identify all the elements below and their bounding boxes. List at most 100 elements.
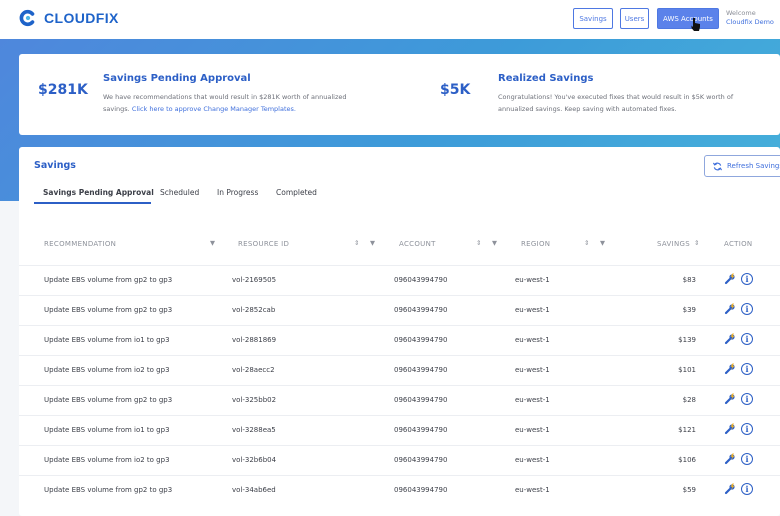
info-circle-icon[interactable]: i <box>741 423 753 435</box>
region-cell: eu-west-1 <box>515 486 550 494</box>
recommendation-cell: Update EBS volume from io2 to gp3 <box>44 456 170 464</box>
realized-savings-title: Realized Savings <box>498 73 594 84</box>
region-cell: eu-west-1 <box>515 396 550 404</box>
logo[interactable]: CLOUDFIX <box>19 9 119 27</box>
sort-arrows-icon[interactable]: ⇕ <box>354 239 359 247</box>
table-row[interactable]: Update EBS volume from io1 to gp3 vol-328… <box>19 415 780 445</box>
resource-id-cell: vol-2169505 <box>232 276 277 284</box>
account-cell: 096043994790 <box>394 486 448 494</box>
resource-id-cell: vol-32b6b04 <box>232 456 277 464</box>
info-circle-icon[interactable]: i <box>741 363 753 375</box>
savings-cell: $121 <box>678 426 696 434</box>
savings-cell: $139 <box>678 336 696 344</box>
savings-cell: $83 <box>682 276 696 284</box>
region-cell: eu-west-1 <box>515 306 550 314</box>
resource-id-cell: vol-3288ea5 <box>232 426 276 434</box>
table-row[interactable]: Update EBS volume from io2 to gp3 vol-28a… <box>19 355 780 385</box>
fix-wrench-icon[interactable] <box>724 483 736 495</box>
column-header-action: ACTION <box>724 240 753 248</box>
pending-savings-description: We have recommendations that would resul… <box>103 91 373 115</box>
table-row[interactable]: Update EBS volume from gp2 to gp3 vol-285… <box>19 295 780 325</box>
tab-scheduled[interactable]: Scheduled <box>160 188 199 197</box>
active-tab-indicator <box>34 202 151 204</box>
region-cell: eu-west-1 <box>515 426 550 434</box>
savings-cell: $28 <box>682 396 696 404</box>
recommendation-cell: Update EBS volume from gp2 to gp3 <box>44 486 173 494</box>
savings-cell: $106 <box>678 456 696 464</box>
region-cell: eu-west-1 <box>515 366 550 374</box>
table-row[interactable]: Update EBS volume from io2 to gp3 vol-32b… <box>19 445 780 475</box>
pending-savings-title: Savings Pending Approval <box>103 73 251 84</box>
user-name: Cloudfix Demo <box>726 18 774 26</box>
fix-wrench-icon[interactable] <box>724 273 736 285</box>
fix-wrench-icon[interactable] <box>724 393 736 405</box>
savings-cell: $101 <box>678 366 696 374</box>
refresh-savings-label: Refresh Savings <box>726 162 780 170</box>
sort-arrows-icon[interactable]: ⇕ <box>694 239 699 247</box>
column-header-region[interactable]: REGION <box>521 240 550 248</box>
savings-section-title: Savings <box>34 160 76 171</box>
column-header-account[interactable]: ACCOUNT <box>399 240 436 248</box>
fix-wrench-icon[interactable] <box>724 453 736 465</box>
account-cell: 096043994790 <box>394 276 448 284</box>
info-circle-icon[interactable]: i <box>741 333 753 345</box>
column-header-recommendation[interactable]: RECOMMENDATION <box>44 240 116 248</box>
top-bar: CLOUDFIX Savings Users AWS Accounts Welc… <box>0 0 780 39</box>
account-cell: 096043994790 <box>394 426 448 434</box>
refresh-savings-button[interactable]: Refresh Savings <box>704 155 780 177</box>
sort-arrows-icon[interactable]: ⇕ <box>584 239 589 247</box>
fix-wrench-icon[interactable] <box>724 363 736 375</box>
filter-funnel-icon[interactable]: ▼ <box>370 239 375 247</box>
info-circle-icon[interactable]: i <box>741 393 753 405</box>
resource-id-cell: vol-2852cab <box>232 306 276 314</box>
user-welcome[interactable]: Welcome Cloudfix Demo <box>726 9 774 27</box>
region-cell: eu-west-1 <box>515 276 550 284</box>
region-cell: eu-west-1 <box>515 456 550 464</box>
savings-cell: $39 <box>682 306 696 314</box>
filter-funnel-icon[interactable]: ▼ <box>492 239 497 247</box>
fix-wrench-icon[interactable] <box>724 303 736 315</box>
info-circle-icon[interactable]: i <box>741 483 753 495</box>
recommendation-cell: Update EBS volume from gp2 to gp3 <box>44 276 173 284</box>
tab-completed[interactable]: Completed <box>276 188 317 197</box>
tab-savings-pending-approval[interactable]: Savings Pending Approval <box>43 188 154 197</box>
fix-wrench-icon[interactable] <box>724 333 736 345</box>
filter-funnel-icon[interactable]: ▼ <box>210 239 215 247</box>
fix-wrench-icon[interactable] <box>724 423 736 435</box>
savings-table-card: Savings Refresh Savings Savings Pending … <box>19 147 780 516</box>
table-row[interactable]: Update EBS volume from io1 to gp3 vol-288… <box>19 325 780 355</box>
nav-savings-button[interactable]: Savings <box>573 8 613 29</box>
recommendation-cell: Update EBS volume from gp2 to gp3 <box>44 306 173 314</box>
info-circle-icon[interactable]: i <box>741 453 753 465</box>
region-cell: eu-west-1 <box>515 336 550 344</box>
pending-savings-value: $281K <box>38 82 88 98</box>
nav-aws-accounts-button[interactable]: AWS Accounts <box>657 8 719 29</box>
approve-templates-link[interactable]: Click here to approve Change Manager Tem… <box>132 105 296 113</box>
account-cell: 096043994790 <box>394 336 448 344</box>
resource-id-cell: vol-325bb02 <box>232 396 277 404</box>
table-row[interactable]: Update EBS volume from gp2 to gp3 vol-216… <box>19 265 780 295</box>
account-cell: 096043994790 <box>394 366 448 374</box>
logo-text: CLOUDFIX <box>44 10 119 26</box>
realized-savings-description: Congratulations! You've executed fixes t… <box>498 93 734 113</box>
resource-id-cell: vol-34ab6ed <box>232 486 276 494</box>
account-cell: 096043994790 <box>394 306 448 314</box>
nav-users-button[interactable]: Users <box>620 8 649 29</box>
tab-in-progress[interactable]: In Progress <box>217 188 258 197</box>
table-row[interactable]: Update EBS volume from gp2 to gp3 vol-34a… <box>19 475 780 505</box>
savings-cell: $59 <box>682 486 696 494</box>
info-circle-icon[interactable]: i <box>741 303 753 315</box>
column-header-savings[interactable]: SAVINGS <box>657 240 690 248</box>
column-header-resource-id[interactable]: RESOURCE ID <box>238 240 289 248</box>
filter-funnel-icon[interactable]: ▼ <box>600 239 605 247</box>
info-circle-icon[interactable]: i <box>741 273 753 285</box>
savings-summary-card: $281K Savings Pending Approval We have r… <box>19 54 780 135</box>
recommendation-cell: Update EBS volume from gp2 to gp3 <box>44 396 173 404</box>
table-row[interactable]: Update EBS volume from gp2 to gp3 vol-325… <box>19 385 780 415</box>
recommendation-cell: Update EBS volume from io1 to gp3 <box>44 426 170 434</box>
welcome-text: Welcome <box>726 9 756 17</box>
mouse-cursor-icon <box>691 18 700 31</box>
realized-savings-value: $5K <box>440 82 471 98</box>
sort-arrows-icon[interactable]: ⇕ <box>476 239 481 247</box>
recommendation-cell: Update EBS volume from io2 to gp3 <box>44 366 170 374</box>
